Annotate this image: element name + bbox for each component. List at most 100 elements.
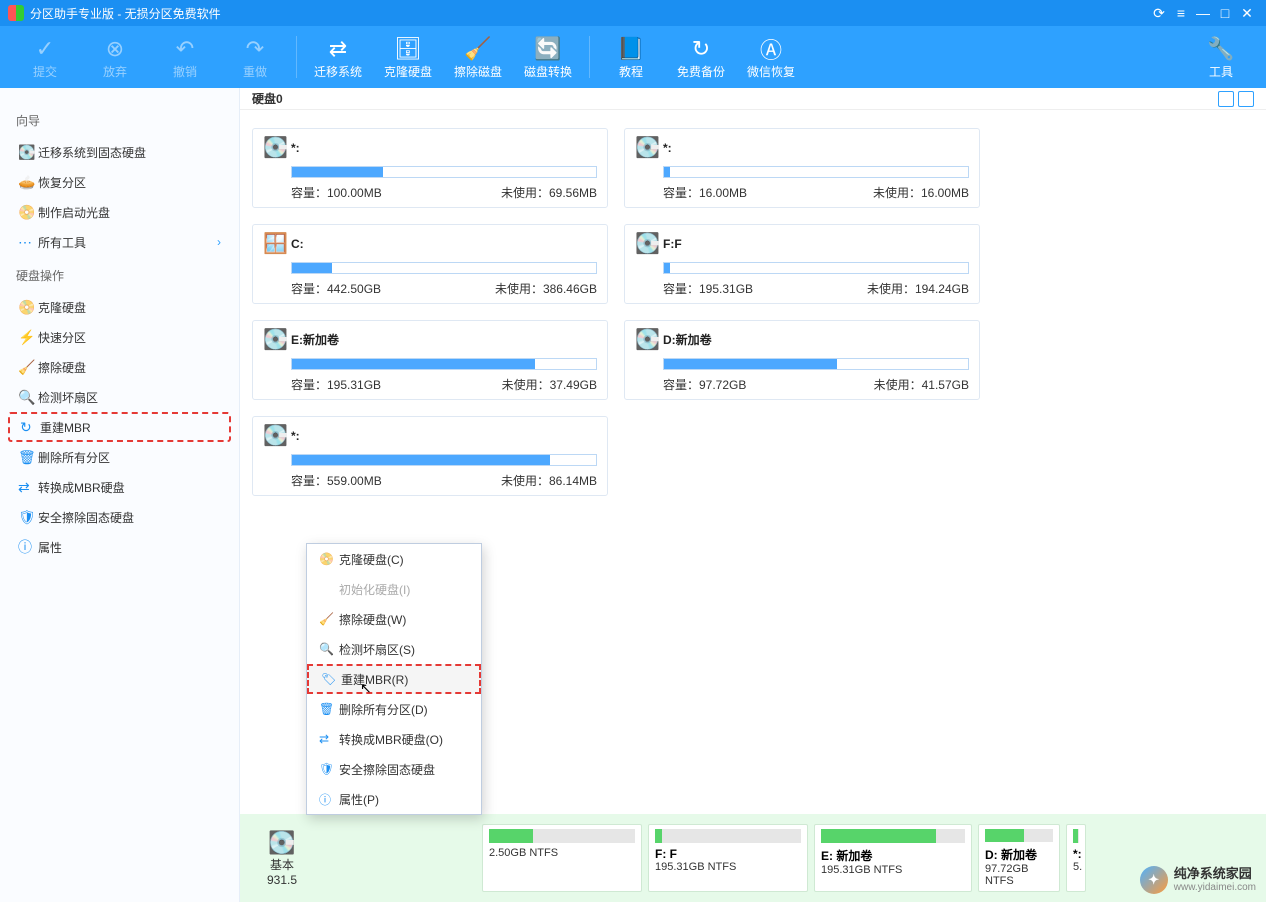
context-menu-label: 擦除硬盘(W) bbox=[339, 611, 469, 628]
refresh-icon[interactable]: ⟳ bbox=[1148, 5, 1170, 22]
view-grid-icon[interactable] bbox=[1218, 91, 1234, 107]
migrate-button[interactable]: ⇄迁移系统 bbox=[303, 27, 373, 87]
partition-card[interactable]: 💽F:F容量：195.31GB未使用：194.24GB bbox=[624, 224, 980, 304]
context-menu-item[interactable]: 🧹擦除硬盘(W) bbox=[307, 604, 481, 634]
commit-button[interactable]: ✓提交 bbox=[10, 27, 80, 87]
context-menu-icon: 🏷 bbox=[321, 672, 341, 686]
disk-map-partition[interactable]: 2.50GB NTFS bbox=[482, 824, 642, 892]
discard-button[interactable]: ⊗放弃 bbox=[80, 27, 150, 87]
context-menu-item[interactable]: 🗑删除所有分区(D) bbox=[307, 694, 481, 724]
free-label: 未使用：194.24GB bbox=[867, 280, 969, 297]
drive-icon: 💽 bbox=[263, 327, 291, 352]
drive-icon: 💽 bbox=[635, 327, 663, 352]
sidebar-item-label: 克隆硬盘 bbox=[38, 299, 221, 316]
map-bar bbox=[489, 829, 635, 843]
sidebar-item-label: 快速分区 bbox=[38, 329, 221, 346]
clone-disk-button[interactable]: 🗄克隆硬盘 bbox=[373, 27, 443, 87]
disk-header-title: 硬盘0 bbox=[252, 90, 283, 107]
map-part-info: 2.50GB NTFS bbox=[489, 847, 635, 859]
disk-header: 硬盘0 bbox=[240, 88, 1266, 110]
maximize-icon[interactable]: □ bbox=[1214, 5, 1236, 21]
context-menu-item[interactable]: 初始化硬盘(I) bbox=[307, 574, 481, 604]
partition-card[interactable]: 💽*:容量：16.00MB未使用：16.00MB bbox=[624, 128, 980, 208]
toolbar-sep bbox=[296, 36, 297, 78]
partition-card[interactable]: 💽D:新加卷容量：97.72GB未使用：41.57GB bbox=[624, 320, 980, 400]
undo-button[interactable]: ↶撤销 bbox=[150, 27, 220, 87]
tools-button[interactable]: 🔧工具 bbox=[1186, 27, 1256, 87]
sidebar-item[interactable]: 🔍检测坏扇区 bbox=[8, 382, 231, 412]
sidebar-item[interactable]: 💽迁移系统到固态硬盘 bbox=[8, 137, 231, 167]
app-logo-icon bbox=[8, 5, 24, 21]
context-menu-item[interactable]: 🔍检测坏扇区(S) bbox=[307, 634, 481, 664]
sidebar-item[interactable]: 🛡安全擦除固态硬盘 bbox=[8, 502, 231, 532]
sidebar-item-icon: ⇄ bbox=[18, 479, 38, 496]
sidebar-item-icon: ⚡ bbox=[18, 329, 38, 346]
disk-convert-button[interactable]: 🔄磁盘转换 bbox=[513, 27, 583, 87]
partition-name: F:F bbox=[663, 237, 682, 251]
sidebar-item[interactable]: ↻重建MBR bbox=[8, 412, 231, 442]
sidebar: 向导 💽迁移系统到固态硬盘🥧恢复分区📀制作启动光盘⋯所有工具› 硬盘操作 📀克隆… bbox=[0, 88, 240, 902]
sidebar-group-wizard: 向导 bbox=[8, 102, 231, 137]
capacity-label: 容量：195.31GB bbox=[663, 280, 753, 297]
context-menu-label: 初始化硬盘(I) bbox=[339, 581, 469, 598]
map-bar bbox=[655, 829, 801, 843]
disk-map-partition[interactable]: E: 新加卷195.31GB NTFS bbox=[814, 824, 972, 892]
sidebar-item-label: 所有工具 bbox=[38, 234, 217, 251]
partition-card[interactable]: 💽*:容量：559.00MB未使用：86.14MB bbox=[252, 416, 608, 496]
partition-name: *: bbox=[291, 141, 300, 155]
menu-icon[interactable]: ≡ bbox=[1170, 5, 1192, 21]
wipe-disk-button[interactable]: 🧹擦除磁盘 bbox=[443, 27, 513, 87]
tutorial-button[interactable]: 📘教程 bbox=[596, 27, 666, 87]
sidebar-item[interactable]: ⇄转换成MBR硬盘 bbox=[8, 472, 231, 502]
context-menu-item[interactable]: 🛡安全擦除固态硬盘 bbox=[307, 754, 481, 784]
sidebar-item[interactable]: ⋯所有工具› bbox=[8, 227, 231, 257]
view-list-icon[interactable] bbox=[1238, 91, 1254, 107]
context-menu-label: 转换成MBR硬盘(O) bbox=[339, 731, 469, 748]
partition-card[interactable]: 💽*:容量：100.00MB未使用：69.56MB bbox=[252, 128, 608, 208]
map-bar bbox=[1073, 829, 1079, 843]
sidebar-item[interactable]: ⓘ属性 bbox=[8, 532, 231, 562]
partition-card[interactable]: 🪟C:容量：442.50GB未使用：386.46GB bbox=[252, 224, 608, 304]
sidebar-item-icon: 🗑 bbox=[18, 449, 38, 466]
sidebar-item[interactable]: 🧹擦除硬盘 bbox=[8, 352, 231, 382]
sidebar-item[interactable]: 🥧恢复分区 bbox=[8, 167, 231, 197]
sidebar-item-label: 擦除硬盘 bbox=[38, 359, 221, 376]
map-part-name: E: 新加卷 bbox=[821, 847, 965, 864]
disk-map-partition[interactable]: D: 新加卷97.72GB NTFS bbox=[978, 824, 1060, 892]
wechat-recover-button[interactable]: Ⓐ微信恢复 bbox=[736, 27, 806, 87]
partition-name: E:新加卷 bbox=[291, 331, 339, 348]
sidebar-item-icon: ↻ bbox=[20, 419, 40, 436]
context-menu-item[interactable]: ⓘ属性(P) bbox=[307, 784, 481, 814]
disk-map-partition[interactable]: *:5. bbox=[1066, 824, 1086, 892]
context-menu-item[interactable]: ⇄转换成MBR硬盘(O) bbox=[307, 724, 481, 754]
sidebar-item[interactable]: 📀克隆硬盘 bbox=[8, 292, 231, 322]
close-icon[interactable]: ✕ bbox=[1236, 5, 1258, 22]
drive-icon: 💽 bbox=[263, 135, 291, 160]
sidebar-item[interactable]: ⚡快速分区 bbox=[8, 322, 231, 352]
redo-button[interactable]: ↷重做 bbox=[220, 27, 290, 87]
sidebar-item-icon: ⋯ bbox=[18, 234, 38, 251]
usage-bar bbox=[291, 166, 597, 178]
context-menu-icon: 📀 bbox=[319, 552, 339, 566]
sidebar-item[interactable]: 🗑删除所有分区 bbox=[8, 442, 231, 472]
capacity-label: 容量：100.00MB bbox=[291, 184, 382, 201]
usage-bar bbox=[663, 358, 969, 370]
context-menu-item[interactable]: 📀克隆硬盘(C) bbox=[307, 544, 481, 574]
context-menu-icon: 🛡 bbox=[319, 762, 339, 776]
disk-map-partition[interactable]: F: F195.31GB NTFS bbox=[648, 824, 808, 892]
context-menu-item[interactable]: 🏷重建MBR(R) bbox=[307, 664, 481, 694]
drive-icon: 💽 bbox=[263, 423, 291, 448]
sidebar-item[interactable]: 📀制作启动光盘 bbox=[8, 197, 231, 227]
sidebar-item-label: 恢复分区 bbox=[38, 174, 221, 191]
context-menu-label: 安全擦除固态硬盘 bbox=[339, 761, 469, 778]
sidebar-item-label: 属性 bbox=[38, 539, 221, 556]
disk-map-head[interactable]: 💽 基本 931.5 bbox=[252, 824, 312, 892]
free-label: 未使用：41.57GB bbox=[874, 376, 969, 393]
capacity-label: 容量：195.31GB bbox=[291, 376, 381, 393]
sidebar-item-label: 制作启动光盘 bbox=[38, 204, 221, 221]
minimize-icon[interactable]: — bbox=[1192, 5, 1214, 21]
partition-card[interactable]: 💽E:新加卷容量：195.31GB未使用：37.49GB bbox=[252, 320, 608, 400]
map-part-name: *: bbox=[1073, 847, 1079, 861]
free-backup-button[interactable]: ↻免费备份 bbox=[666, 27, 736, 87]
capacity-label: 容量：442.50GB bbox=[291, 280, 381, 297]
